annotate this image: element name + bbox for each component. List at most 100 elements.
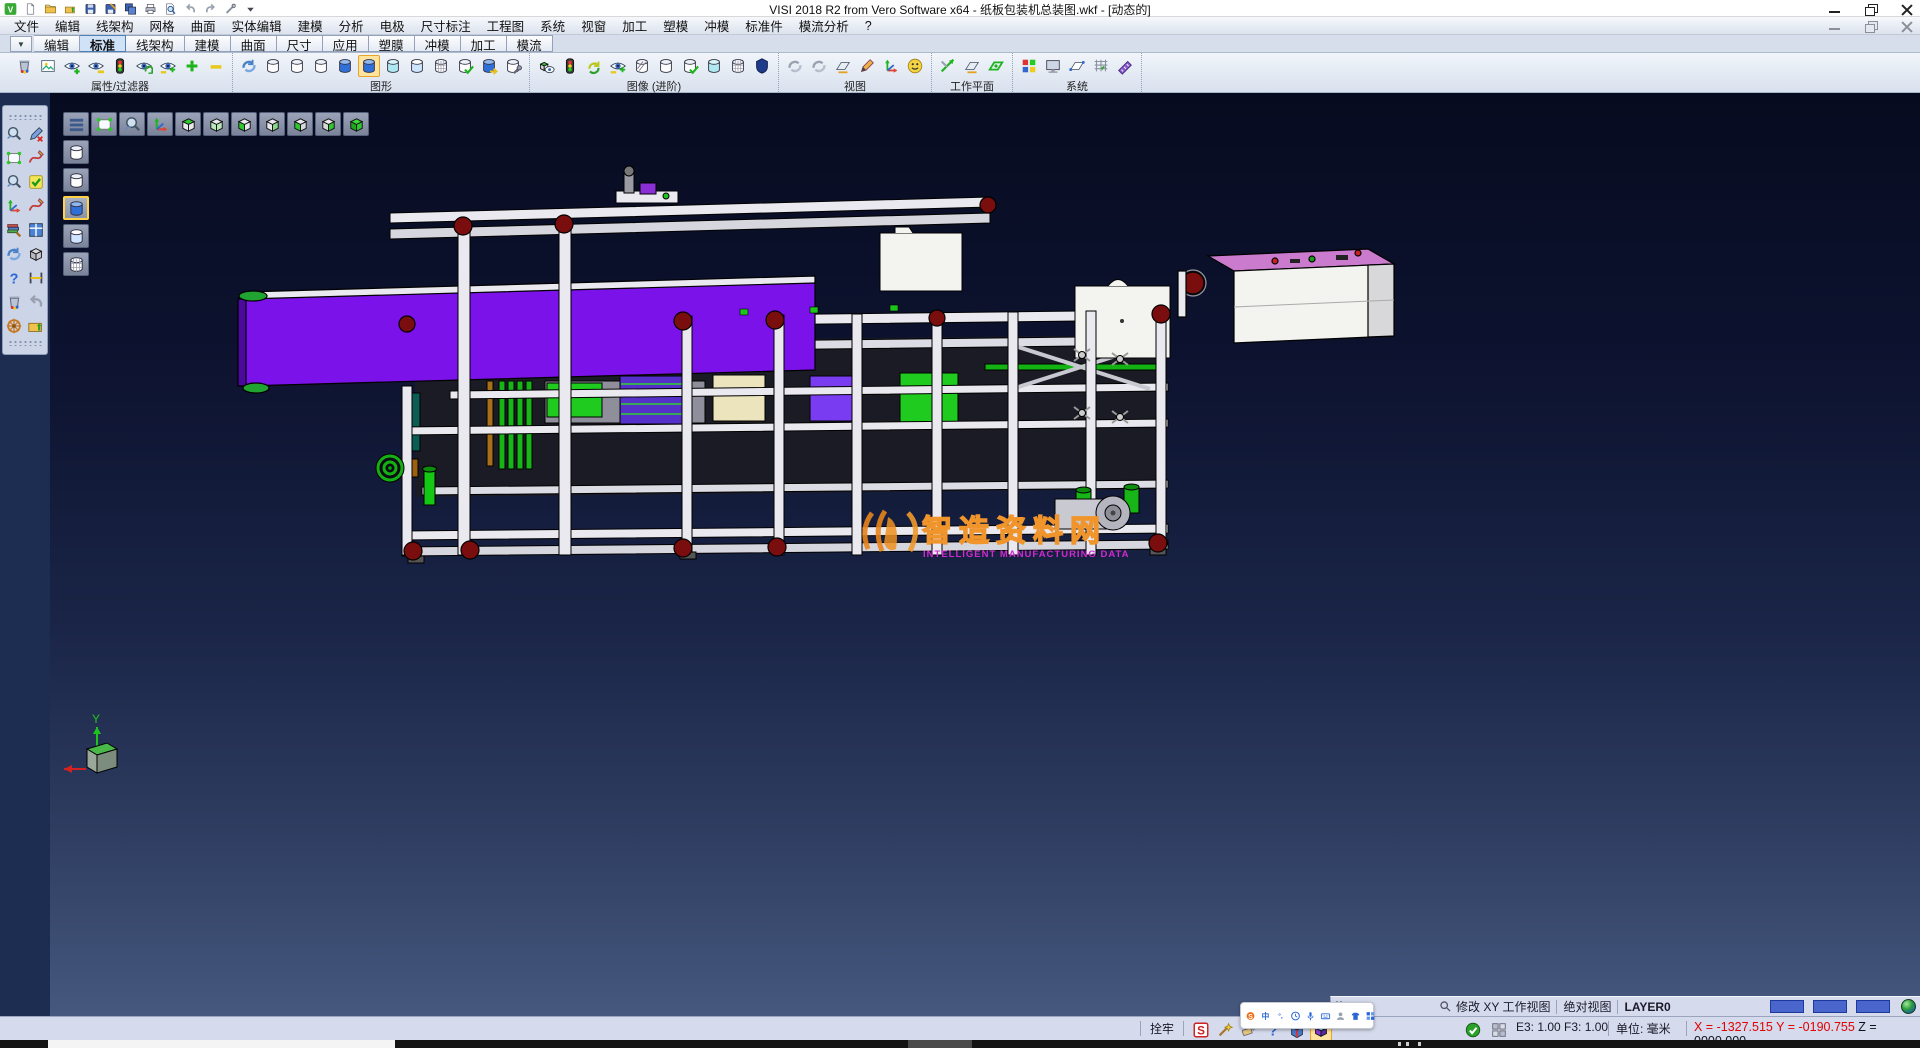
new-file-icon[interactable] (23, 1, 38, 16)
ucs-axes-icon[interactable] (4, 196, 24, 216)
mesh-mode-icon[interactable] (430, 55, 452, 77)
mesh-display-icon[interactable] (63, 252, 89, 276)
view-smiley-icon[interactable] (904, 55, 926, 77)
view-front-icon[interactable] (231, 112, 257, 136)
viewport-3d[interactable]: 智造资料网 INTELLIGENT MANUFACTURING DATA Y (50, 93, 1920, 1016)
advanced-render-icon[interactable] (535, 55, 557, 77)
close-button[interactable] (1900, 3, 1914, 15)
tab-塑膜[interactable]: 塑膜 (369, 35, 415, 52)
regen-graphics-icon[interactable] (238, 55, 260, 77)
menu-item-12[interactable]: 视窗 (573, 15, 614, 36)
system-colors-icon[interactable] (1018, 55, 1040, 77)
system-plane-icon[interactable] (1066, 55, 1088, 77)
palette-grip-bottom[interactable] (8, 340, 42, 346)
redo-icon[interactable] (203, 1, 218, 16)
tab-编辑[interactable]: 编辑 (34, 35, 80, 52)
apply-shading-icon[interactable] (478, 55, 500, 77)
show-all-icon[interactable] (181, 55, 203, 77)
half-shaded-display-icon[interactable] (63, 224, 89, 248)
chinese-mode-icon[interactable]: 中 (1259, 1008, 1272, 1024)
shaded-edges-mode-icon[interactable] (358, 55, 380, 77)
view-left-icon[interactable] (287, 112, 313, 136)
import-file-icon[interactable] (63, 1, 78, 16)
undo-arrow-icon[interactable] (26, 292, 46, 312)
filter-traffic-light-icon[interactable] (109, 55, 131, 77)
menu-item-10[interactable]: 工程图 (479, 15, 533, 36)
view-back-icon[interactable] (259, 112, 285, 136)
shaded-mode-icon[interactable] (334, 55, 356, 77)
zoom-dynamic-icon[interactable] (4, 124, 24, 144)
render-toggle-icon[interactable] (607, 55, 629, 77)
flat-mode-icon[interactable] (406, 55, 428, 77)
show-entities-icon[interactable] (61, 55, 83, 77)
refresh-shading-icon[interactable] (454, 55, 476, 77)
minimize-button[interactable] (1828, 3, 1842, 15)
tab-dropdown-button[interactable]: ▼ (10, 36, 32, 52)
grid-status-icon[interactable] (1488, 1019, 1510, 1041)
menu-item-11[interactable]: 系统 (532, 15, 573, 36)
soft-keyboard-icon[interactable] (1319, 1008, 1332, 1024)
palette-grip[interactable] (8, 114, 42, 120)
render-shield-icon[interactable] (751, 55, 773, 77)
confirm-selection-icon[interactable] (26, 172, 46, 192)
view-top-icon[interactable] (175, 112, 201, 136)
print-preview-icon[interactable] (163, 1, 178, 16)
layer-selector[interactable]: LAYER0 (1624, 1000, 1670, 1014)
system-ruler-icon[interactable] (1114, 55, 1136, 77)
hidden-line-display-icon[interactable] (63, 168, 89, 192)
properties-paint-icon[interactable] (13, 55, 35, 77)
render-filter-icon[interactable] (559, 55, 581, 77)
dynamic-rotate-icon[interactable] (784, 55, 806, 77)
toggle-visibility-icon[interactable] (157, 55, 179, 77)
tab-模流[interactable]: 模流 (507, 35, 553, 52)
refresh-visibility-icon[interactable] (133, 55, 155, 77)
regenerate-icon[interactable] (4, 244, 24, 264)
mesh-cylinder-icon[interactable] (727, 55, 749, 77)
menu-item-3[interactable]: 网格 (142, 15, 183, 36)
menu-item-14[interactable]: 塑模 (655, 15, 696, 36)
save-as-icon[interactable] (103, 1, 118, 16)
dashed-hidden-mode-icon[interactable] (310, 55, 332, 77)
view-bottom-icon[interactable] (203, 112, 229, 136)
menu-item-15[interactable]: 冲模 (696, 15, 737, 36)
restore-button[interactable] (1864, 3, 1878, 15)
menu-item-18[interactable]: ? (857, 18, 880, 34)
tab-尺寸[interactable]: 尺寸 (277, 35, 323, 52)
menu-item-13[interactable]: 加工 (614, 15, 655, 36)
system-grid-icon[interactable] (1090, 55, 1112, 77)
menu-item-4[interactable]: 曲面 (183, 15, 224, 36)
tab-冲模[interactable]: 冲模 (415, 35, 461, 52)
sketch-curve-icon[interactable] (26, 148, 46, 168)
tab-建模[interactable]: 建模 (185, 35, 231, 52)
system-display-icon[interactable] (1042, 55, 1064, 77)
navigate-wheel-icon[interactable] (4, 316, 24, 336)
undo-icon[interactable] (183, 1, 198, 16)
view-menu-icon[interactable] (63, 112, 89, 136)
menu-item-0[interactable]: 文件 (6, 15, 47, 36)
modify-spline-icon[interactable] (26, 196, 46, 216)
save-icon[interactable] (83, 1, 98, 16)
render-settings-icon[interactable] (4, 220, 24, 240)
white-cylinder-icon[interactable] (655, 55, 677, 77)
menu-item-7[interactable]: 分析 (331, 15, 372, 36)
menu-item-1[interactable]: 编辑 (47, 15, 88, 36)
visi-logo-icon[interactable]: V (3, 1, 18, 16)
voice-input-icon[interactable] (1304, 1008, 1317, 1024)
quick-toolbar-dropdown-icon[interactable] (243, 1, 258, 16)
punctuation-icon[interactable]: °, (1274, 1008, 1287, 1024)
snap-stamp-icon[interactable]: S (1190, 1019, 1212, 1041)
render-refresh-icon[interactable] (583, 55, 605, 77)
view-sketch-icon[interactable] (856, 55, 878, 77)
save-all-icon[interactable] (123, 1, 138, 16)
wireframe-display-icon[interactable] (63, 140, 89, 164)
doc-close-button[interactable] (1900, 20, 1914, 32)
zoom-view-icon[interactable] (119, 112, 145, 136)
menu-item-9[interactable]: 尺寸标注 (413, 15, 479, 36)
help-icon[interactable]: ? (4, 268, 24, 288)
measure-icon[interactable] (26, 268, 46, 288)
edit-erase-icon[interactable] (26, 124, 46, 144)
validate-render-icon[interactable] (679, 55, 701, 77)
workplane-swap-icon[interactable] (937, 55, 959, 77)
confirm-status-icon[interactable] (1462, 1019, 1484, 1041)
doc-restore-button[interactable] (1864, 20, 1878, 32)
